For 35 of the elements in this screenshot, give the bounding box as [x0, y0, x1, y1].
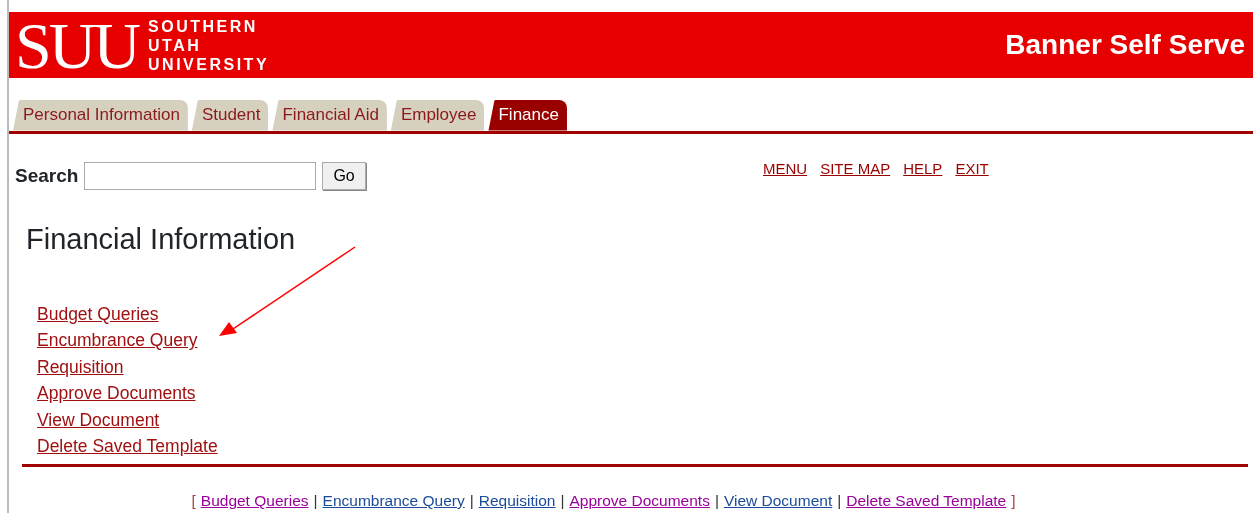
bracket: ]	[1011, 490, 1016, 511]
separator: |	[560, 490, 565, 511]
footer-link[interactable]: Delete Saved Template	[846, 488, 1007, 513]
tab[interactable]: Employee	[390, 100, 485, 131]
menu-link[interactable]: Requisition	[37, 353, 124, 381]
nav-link-text[interactable]: EXIT	[955, 158, 989, 181]
bracket: [	[191, 490, 196, 511]
nav-link-text[interactable]: SITE MAP	[820, 158, 891, 181]
logo-wordmark: SOUTHERN UTAH UNIVERSITY	[148, 16, 270, 74]
menu-link[interactable]: Encumbrance Query	[37, 327, 198, 354]
separator: |	[714, 490, 719, 511]
page-title: Financial Information	[26, 222, 297, 257]
nav-link-text[interactable]: HELP	[903, 158, 943, 181]
footer-link[interactable]: Encumbrance Query	[322, 488, 465, 513]
footer-link[interactable]: View Document	[723, 488, 833, 513]
go-button[interactable]: Go	[322, 161, 366, 190]
footer-link[interactable]: Budget Queries	[200, 488, 309, 513]
tab[interactable]: Finance	[488, 100, 567, 131]
footer-link[interactable]: Requisition	[478, 488, 556, 513]
logo-mark: SUU	[15, 13, 139, 79]
separator: |	[469, 490, 474, 511]
tab[interactable]: Financial Aid	[272, 100, 387, 131]
search-label: Search	[15, 163, 79, 188]
menu-link[interactable]: Budget Queries	[37, 300, 159, 328]
separator: |	[313, 490, 318, 511]
separator: |	[837, 490, 842, 511]
menu-link[interactable]: Delete Saved Template	[37, 433, 218, 460]
footer-link[interactable]: Approve Documents	[569, 488, 710, 513]
menu-link[interactable]: View Document	[37, 406, 160, 434]
search-field[interactable]	[84, 161, 317, 190]
site-title: Banner Self Serve	[1005, 28, 1245, 62]
tab[interactable]: Personal Information	[13, 100, 188, 131]
tab[interactable]: Student	[191, 100, 269, 131]
nav-link-text[interactable]: MENU	[763, 158, 808, 181]
menu-link[interactable]: Approve Documents	[37, 380, 196, 407]
